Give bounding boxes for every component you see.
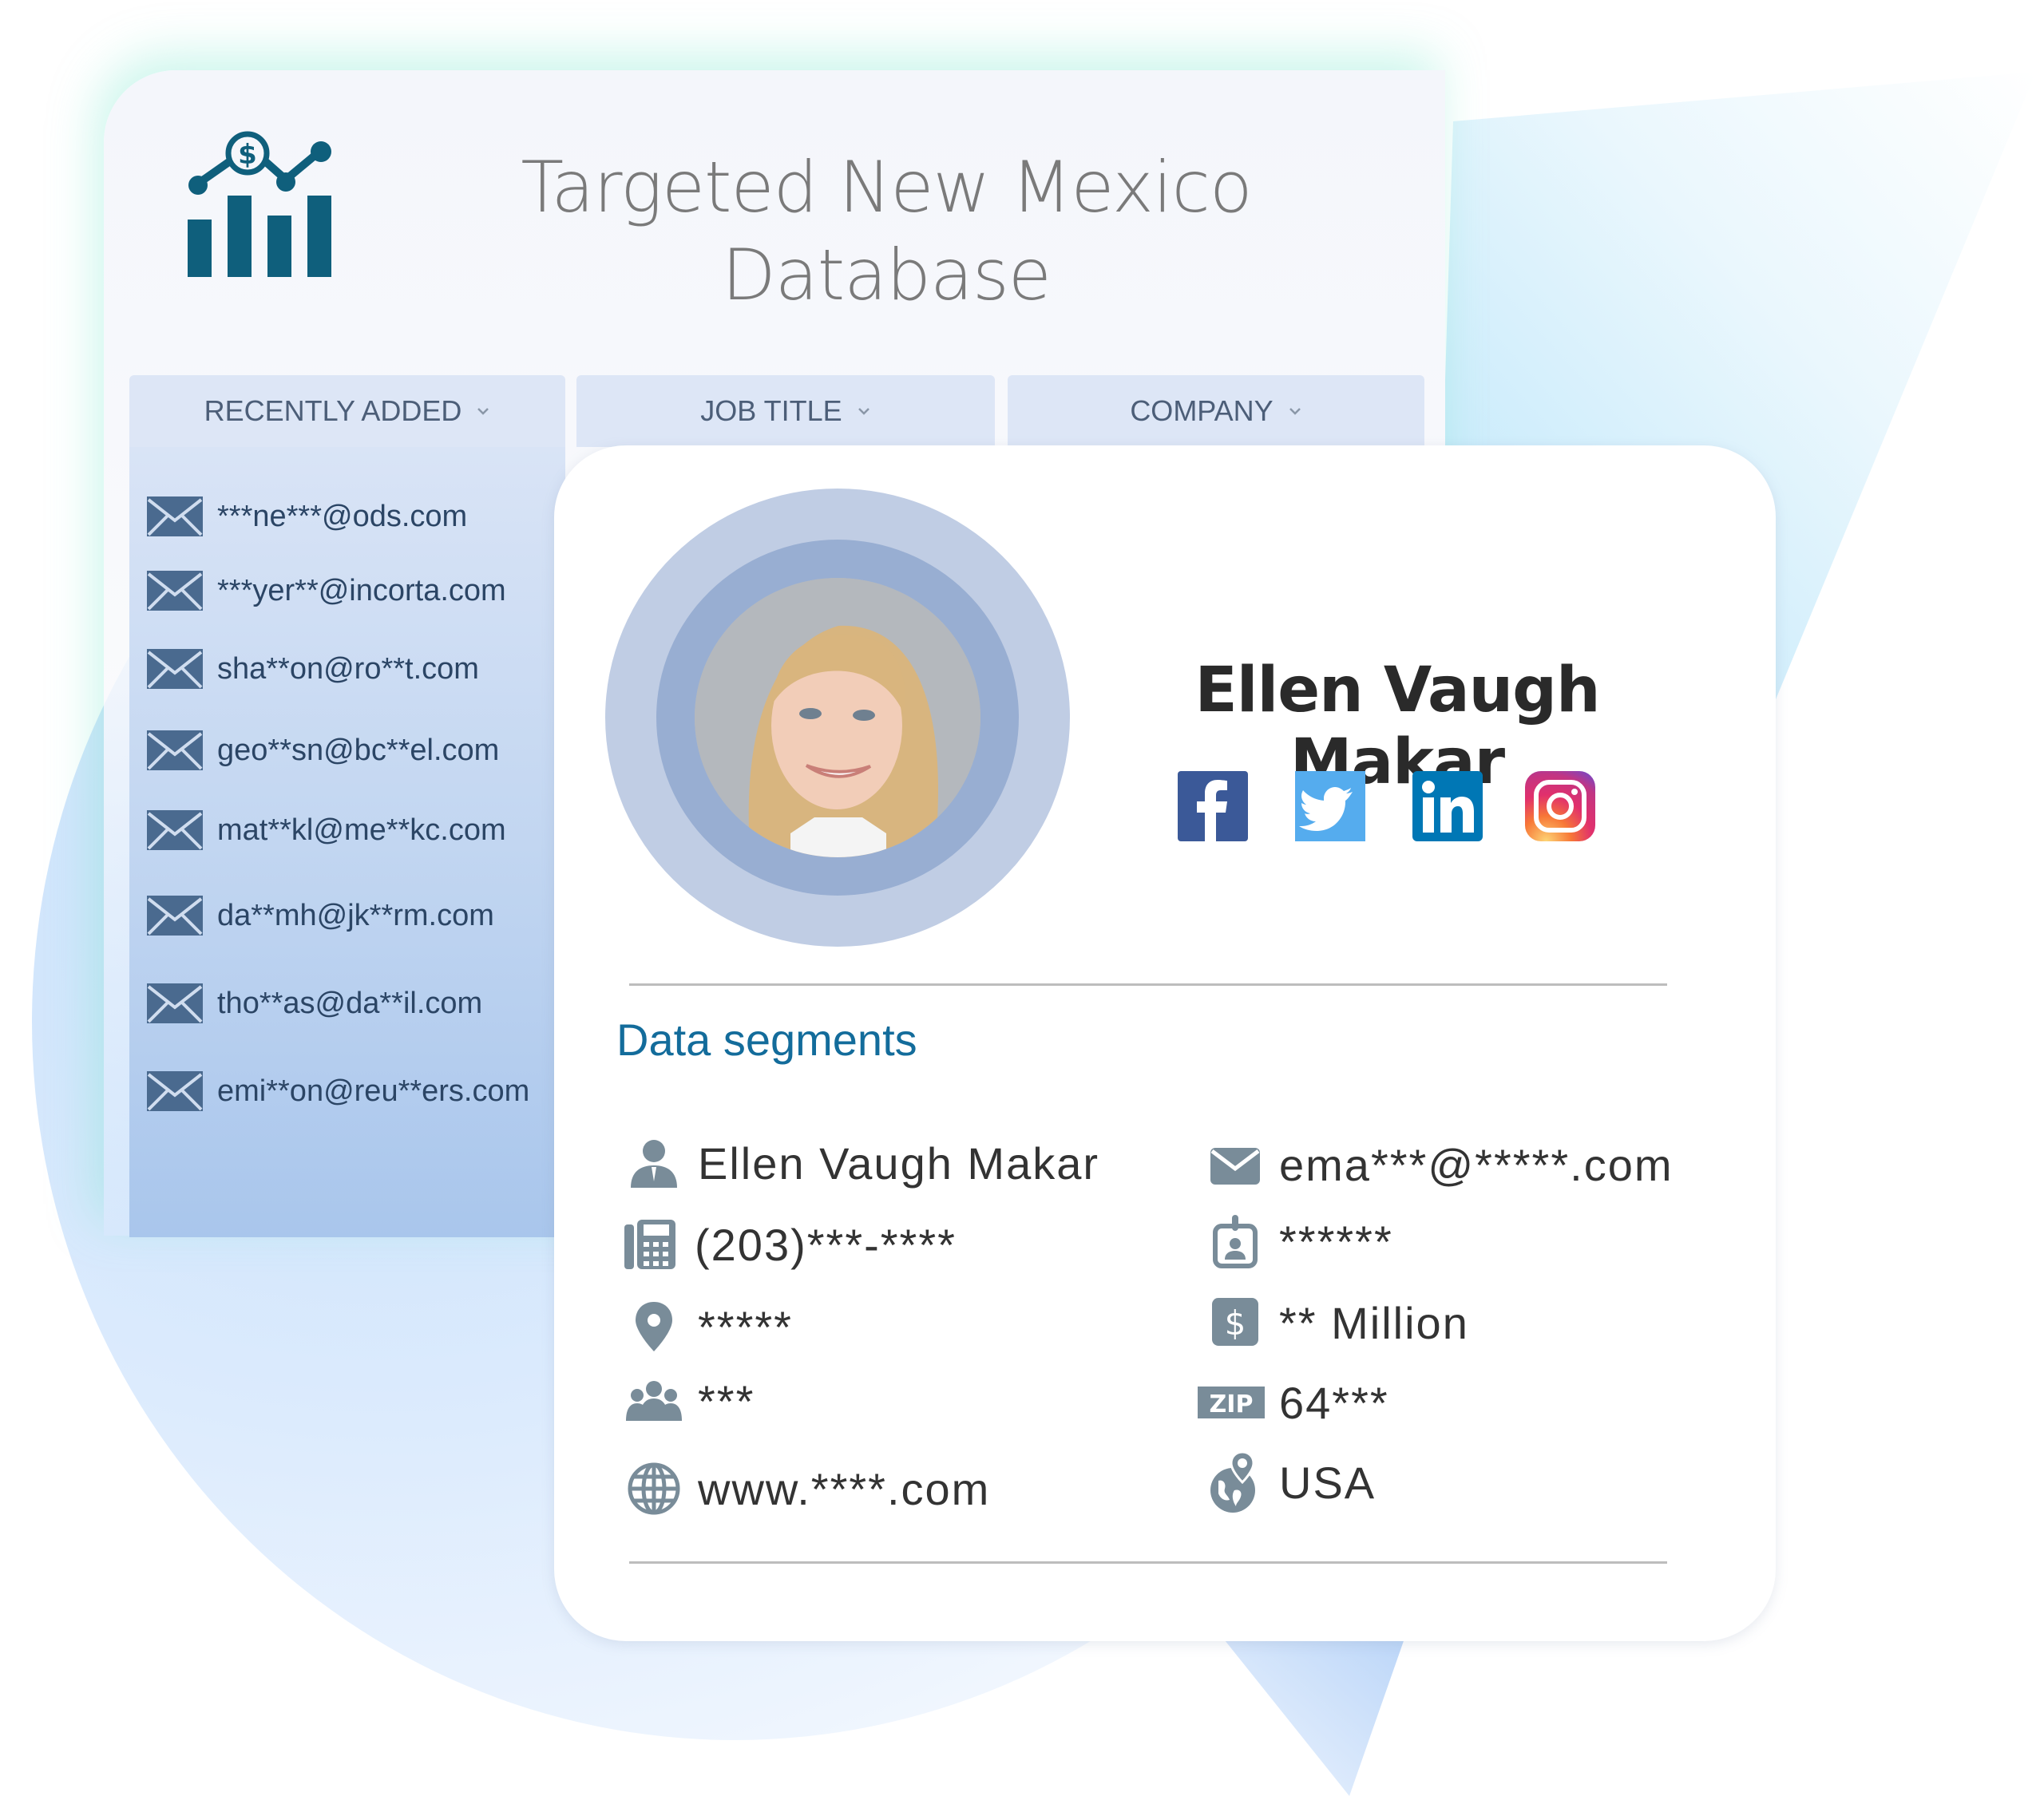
email-text: geo**sn@bc**el.com — [217, 733, 500, 767]
instagram-icon[interactable] — [1525, 771, 1595, 841]
list-item[interactable]: sha**on@ro**t.com — [147, 649, 479, 689]
segment-value: USA — [1279, 1457, 1377, 1508]
email-text: ***yer**@incorta.com — [217, 573, 506, 607]
envelope-icon — [147, 571, 203, 611]
envelope-icon — [147, 496, 203, 536]
segment-phone: (203)***-**** — [621, 1215, 957, 1274]
segment-revenue: $ ** Million — [1206, 1293, 1469, 1352]
envelope-icon — [147, 730, 203, 770]
avatar — [605, 489, 1070, 947]
envelope-icon — [147, 896, 203, 936]
svg-text:$: $ — [238, 139, 257, 171]
globe-pin-icon — [1210, 1450, 1255, 1513]
list-item[interactable]: da**mh@jk**rm.com — [147, 896, 494, 936]
segment-job-title: ****** — [1206, 1212, 1393, 1271]
segment-value: (203)***-**** — [695, 1219, 957, 1270]
email-text: mat**kl@me**kc.com — [217, 813, 506, 847]
email-text: emi**on@reu**ers.com — [217, 1074, 530, 1108]
person-icon — [631, 1140, 677, 1188]
id-badge-icon — [1213, 1215, 1258, 1268]
twitter-icon[interactable] — [1295, 771, 1365, 841]
tab-job-title[interactable]: JOB TITLE — [576, 375, 995, 447]
phone-icon — [624, 1220, 675, 1269]
segment-location: ***** — [624, 1297, 793, 1356]
chart-dollar-icon: $ — [188, 131, 331, 277]
tab-label: RECENTLY ADDED — [204, 394, 462, 427]
list-item[interactable]: geo**sn@bc**el.com — [147, 730, 499, 770]
segment-value: ***** — [698, 1301, 793, 1352]
segment-value: 64*** — [1279, 1377, 1389, 1428]
profile-photo — [695, 578, 980, 857]
segment-website: www.****.com — [624, 1459, 990, 1518]
list-item[interactable]: tho**as@da**il.com — [147, 983, 482, 1023]
tab-label: COMPANY — [1130, 394, 1274, 427]
page-title: Targeted New Mexico Database — [447, 144, 1325, 319]
segment-employees: *** — [624, 1371, 755, 1430]
list-item[interactable]: mat**kl@me**kc.com — [147, 810, 506, 850]
recent-email-list: ***ne***@ods.com ***yer**@incorta.com sh… — [129, 447, 565, 1237]
segment-zip: ZIP 64*** — [1198, 1373, 1389, 1432]
list-item[interactable]: ***ne***@ods.com — [147, 496, 467, 536]
globe-icon — [628, 1462, 680, 1515]
chevron-down-icon — [1289, 408, 1301, 415]
email-text: da**mh@jk**rm.com — [217, 898, 494, 932]
list-item[interactable]: ***yer**@incorta.com — [147, 571, 506, 611]
segment-value: ** Million — [1279, 1297, 1469, 1348]
email-text: sha**on@ro**t.com — [217, 651, 479, 686]
envelope-icon — [147, 649, 203, 689]
segment-name: Ellen Vaugh Makar — [624, 1133, 1099, 1193]
svg-text:$: $ — [1225, 1303, 1246, 1343]
chevron-down-icon — [858, 408, 869, 415]
segment-value: ema***@*****.com — [1279, 1139, 1674, 1190]
email-text: ***ne***@ods.com — [217, 499, 468, 533]
page-title-line2: Database — [722, 234, 1052, 316]
chevron-down-icon — [477, 408, 489, 415]
tab-recently-added[interactable]: RECENTLY ADDED — [129, 375, 565, 447]
tab-company[interactable]: COMPANY — [1008, 375, 1424, 447]
envelope-icon — [147, 1071, 203, 1111]
tab-label: JOB TITLE — [700, 394, 842, 427]
list-item[interactable]: emi**on@reu**ers.com — [147, 1071, 529, 1111]
facebook-icon[interactable] — [1178, 771, 1248, 841]
segment-value: ****** — [1279, 1216, 1393, 1267]
page-title-line1: Targeted New Mexico — [521, 146, 1252, 228]
divider — [629, 983, 1667, 986]
zip-icon: ZIP — [1198, 1387, 1265, 1418]
dollar-icon: $ — [1212, 1298, 1258, 1346]
divider — [629, 1561, 1667, 1564]
envelope-icon — [1210, 1148, 1260, 1185]
segment-value: Ellen Vaugh Makar — [698, 1137, 1099, 1189]
envelope-icon — [147, 810, 203, 850]
group-icon — [626, 1381, 682, 1421]
location-pin-icon — [636, 1302, 672, 1351]
envelope-icon — [147, 983, 203, 1023]
card-pointer — [1222, 1636, 1405, 1796]
segment-email: ema***@*****.com — [1206, 1135, 1673, 1194]
section-title: Data segments — [616, 1015, 917, 1065]
segment-value: www.****.com — [698, 1463, 991, 1514]
linkedin-icon[interactable] — [1412, 771, 1483, 841]
segment-country: USA — [1206, 1450, 1377, 1513]
segment-value: *** — [698, 1375, 755, 1426]
zip-icon-text: ZIP — [1210, 1391, 1254, 1418]
email-text: tho**as@da**il.com — [217, 986, 483, 1020]
person-portrait-icon — [695, 578, 980, 857]
